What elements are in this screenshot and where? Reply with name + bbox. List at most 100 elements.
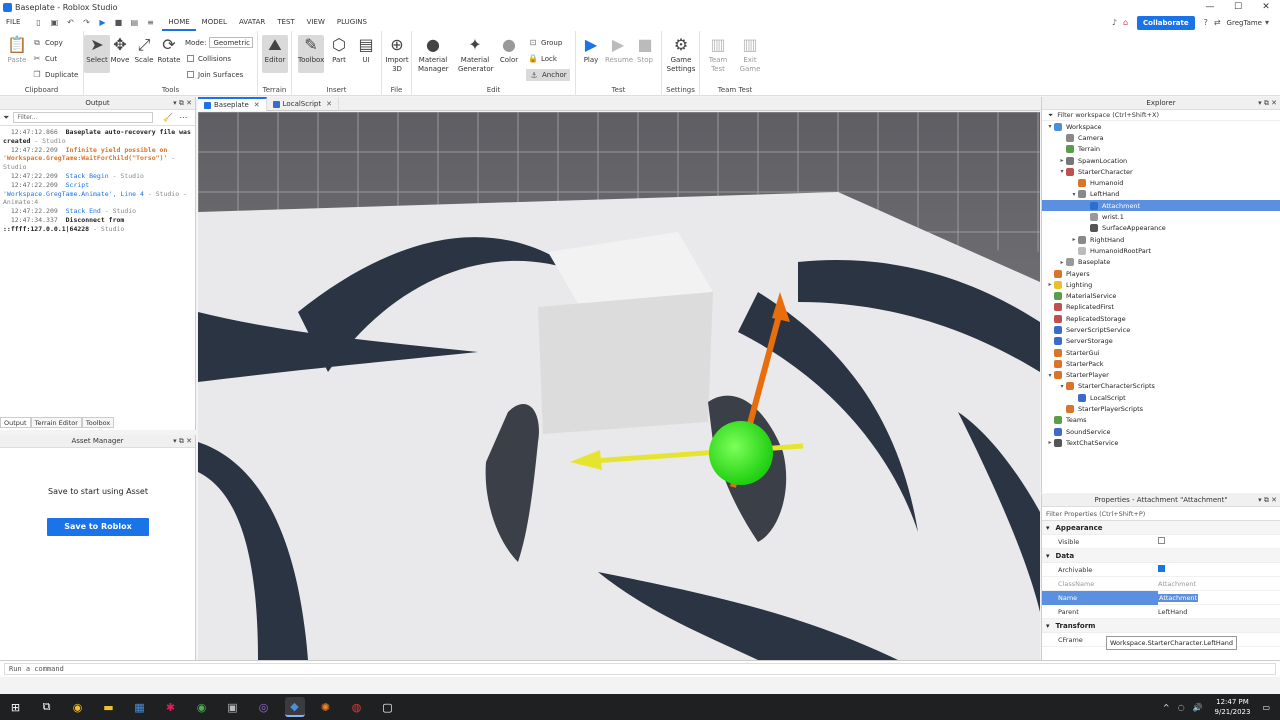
explorer-item-players[interactable]: Players	[1042, 268, 1280, 279]
quick-stop-icon[interactable]: ■	[112, 17, 124, 29]
stop-button[interactable]: ■ Stop	[632, 35, 658, 65]
tab-terrain-editor[interactable]: Terrain Editor	[30, 417, 82, 428]
save-to-roblox-button[interactable]: Save to Roblox	[47, 518, 149, 536]
properties-filter-input[interactable]: Filter Properties (Ctrl+Shift+P)	[1042, 507, 1280, 521]
spreadsheet-icon[interactable]: ▦	[130, 697, 150, 717]
new-file-icon[interactable]: ▯	[32, 17, 44, 29]
visible-checkbox[interactable]	[1158, 537, 1165, 544]
explorer-item-textchatservice[interactable]: ▸ TextChatService	[1042, 437, 1280, 448]
rotate-button[interactable]: ⟳ Rotate	[156, 35, 182, 65]
parent-value[interactable]: LeftHand	[1158, 608, 1280, 616]
network-icon[interactable]: ◌	[1178, 703, 1185, 712]
panel-controls[interactable]: ▾ ⧉ ✕	[1258, 494, 1277, 507]
mode-select[interactable]: Geometric	[209, 37, 254, 48]
explorer-item-humanoid[interactable]: Humanoid	[1042, 177, 1280, 188]
notifications-icon[interactable]: ▭	[1262, 703, 1270, 712]
explorer-item-baseplate[interactable]: ▸ Baseplate	[1042, 257, 1280, 268]
tab-output[interactable]: Output	[0, 417, 31, 428]
explorer-item-starterpack[interactable]: StarterPack	[1042, 358, 1280, 369]
color-button[interactable]: ● Color	[496, 35, 522, 65]
explorer-item-humanoidrootpart[interactable]: HumanoidRootPart	[1042, 245, 1280, 256]
quick-play-icon[interactable]: ▶	[96, 17, 108, 29]
save-icon[interactable]: ▣	[48, 17, 60, 29]
expand-toggle-icon[interactable]: ▾	[1058, 383, 1066, 390]
davinci-icon[interactable]: ◍	[347, 697, 367, 717]
close-window-button[interactable]: ✕	[1252, 0, 1280, 14]
explorer-item-replicatedfirst[interactable]: ReplicatedFirst	[1042, 302, 1280, 313]
explorer-item-starterplayer[interactable]: ▾ StarterPlayer	[1042, 370, 1280, 381]
explorer-item-lighting[interactable]: ▸ Lighting	[1042, 279, 1280, 290]
undo-icon[interactable]: ↶	[64, 17, 76, 29]
expand-toggle-icon[interactable]: ▸	[1046, 281, 1054, 288]
explorer-item-serverstorage[interactable]: ServerStorage	[1042, 336, 1280, 347]
panel-controls[interactable]: ▾ ⧉ ✕	[173, 97, 192, 110]
blender-icon[interactable]: ✺	[316, 697, 336, 717]
copy-button[interactable]: ⧉ Copy	[32, 37, 63, 48]
redo-icon[interactable]: ↷	[80, 17, 92, 29]
obs-icon[interactable]: ◎	[254, 697, 274, 717]
chevron-up-icon[interactable]: ^	[1163, 703, 1170, 712]
part-button[interactable]: ⬡ Part	[326, 35, 352, 65]
more-options-icon[interactable]: ⋯	[179, 113, 187, 122]
slack-icon[interactable]: ✱	[161, 697, 181, 717]
explorer-item-righthand[interactable]: ▸ RightHand	[1042, 234, 1280, 245]
group-button[interactable]: ⊡ Group	[528, 37, 563, 48]
notification-icon[interactable]: ♪	[1112, 18, 1117, 27]
clock[interactable]: 12:47 PM 9/21/2023	[1215, 697, 1251, 717]
explorer-item-replicatedstorage[interactable]: ReplicatedStorage	[1042, 313, 1280, 324]
section-data[interactable]: ▾ Data	[1042, 549, 1280, 563]
section-transform[interactable]: ▾ Transform	[1042, 619, 1280, 633]
expand-toggle-icon[interactable]: ▸	[1046, 439, 1054, 446]
import-3d-button[interactable]: ⊕ Import 3D	[384, 35, 410, 74]
duplicate-button[interactable]: ❐ Duplicate	[32, 69, 78, 80]
tab-home[interactable]: HOME	[162, 14, 196, 31]
terrain-editor-button[interactable]: ⛰ Editor	[262, 35, 288, 73]
material-generator-button[interactable]: ✦ Material Generator	[458, 35, 494, 74]
expand-toggle-icon[interactable]: ▸	[1058, 157, 1066, 164]
explorer-item-attachment[interactable]: Attachment	[1042, 200, 1280, 212]
tab-view[interactable]: VIEW	[301, 14, 331, 31]
explorer-filter-input[interactable]: ⏷ Filter workspace (Ctrl+Shift+X)	[1042, 110, 1280, 121]
help-icon[interactable]: ?	[1204, 18, 1208, 27]
close-tab-icon[interactable]: ✕	[254, 101, 260, 109]
explorer-item-startercharacterscripts[interactable]: ▾ StarterCharacterScripts	[1042, 381, 1280, 392]
task-view-icon[interactable]: ⧉	[37, 697, 57, 717]
command-input[interactable]: Run a command	[4, 663, 1276, 675]
share-icon[interactable]: ⌂	[1123, 18, 1128, 27]
join-surfaces-checkbox[interactable]	[187, 71, 194, 78]
cut-button[interactable]: ✂ Cut	[32, 53, 57, 64]
chrome-profile-icon[interactable]: ◉	[192, 697, 212, 717]
tab-plugins[interactable]: PLUGINS	[331, 14, 373, 31]
minimize-button[interactable]: —	[1196, 0, 1224, 14]
name-input[interactable]: Attachment	[1158, 593, 1199, 602]
move-button[interactable]: ✥ Move	[107, 35, 133, 65]
explorer-item-workspace[interactable]: ▾ Workspace	[1042, 121, 1280, 132]
file-explorer-icon[interactable]: ▬	[99, 697, 119, 717]
explorer-item-camera[interactable]: Camera	[1042, 132, 1280, 143]
file-menu[interactable]: FILE	[0, 14, 26, 31]
panel-controls[interactable]: ▾ ⧉ ✕	[173, 435, 192, 448]
explorer-item-localscript[interactable]: LocalScript	[1042, 392, 1280, 403]
exit-game-button[interactable]: ▥ Exit Game	[737, 35, 763, 74]
tab-model[interactable]: MODEL	[196, 14, 233, 31]
section-appearance[interactable]: ▾ Appearance	[1042, 521, 1280, 535]
output-filter-input[interactable]: Filter...	[13, 112, 154, 123]
chevron-down-icon[interactable]: ▾	[1265, 18, 1269, 27]
explorer-item-startercharacter[interactable]: ▾ StarterCharacter	[1042, 166, 1280, 177]
tab-toolbox[interactable]: Toolbox	[81, 417, 115, 428]
explorer-item-soundservice[interactable]: SoundService	[1042, 426, 1280, 437]
user-name[interactable]: GregTame	[1227, 19, 1262, 27]
explorer-item-starterplayerscripts[interactable]: StarterPlayerScripts	[1042, 403, 1280, 414]
quick-customize-icon[interactable]: ≡	[144, 17, 156, 29]
explorer-item-lefthand[interactable]: ▾ LeftHand	[1042, 189, 1280, 200]
3d-viewport[interactable]	[198, 112, 1040, 660]
tab-baseplate[interactable]: Baseplate ✕	[198, 97, 267, 111]
explorer-item-wrist-1[interactable]: wrist.1	[1042, 211, 1280, 222]
resume-button[interactable]: ▶ Resume	[605, 35, 633, 65]
collisions-toggle[interactable]: Collisions	[187, 53, 231, 64]
expand-toggle-icon[interactable]: ▾	[1058, 168, 1066, 175]
roblox-icon[interactable]: ▢	[378, 697, 398, 717]
team-test-button[interactable]: ▥ Team Test	[705, 35, 731, 74]
explorer-item-materialservice[interactable]: MaterialService	[1042, 290, 1280, 301]
collisions-checkbox[interactable]	[187, 55, 194, 62]
